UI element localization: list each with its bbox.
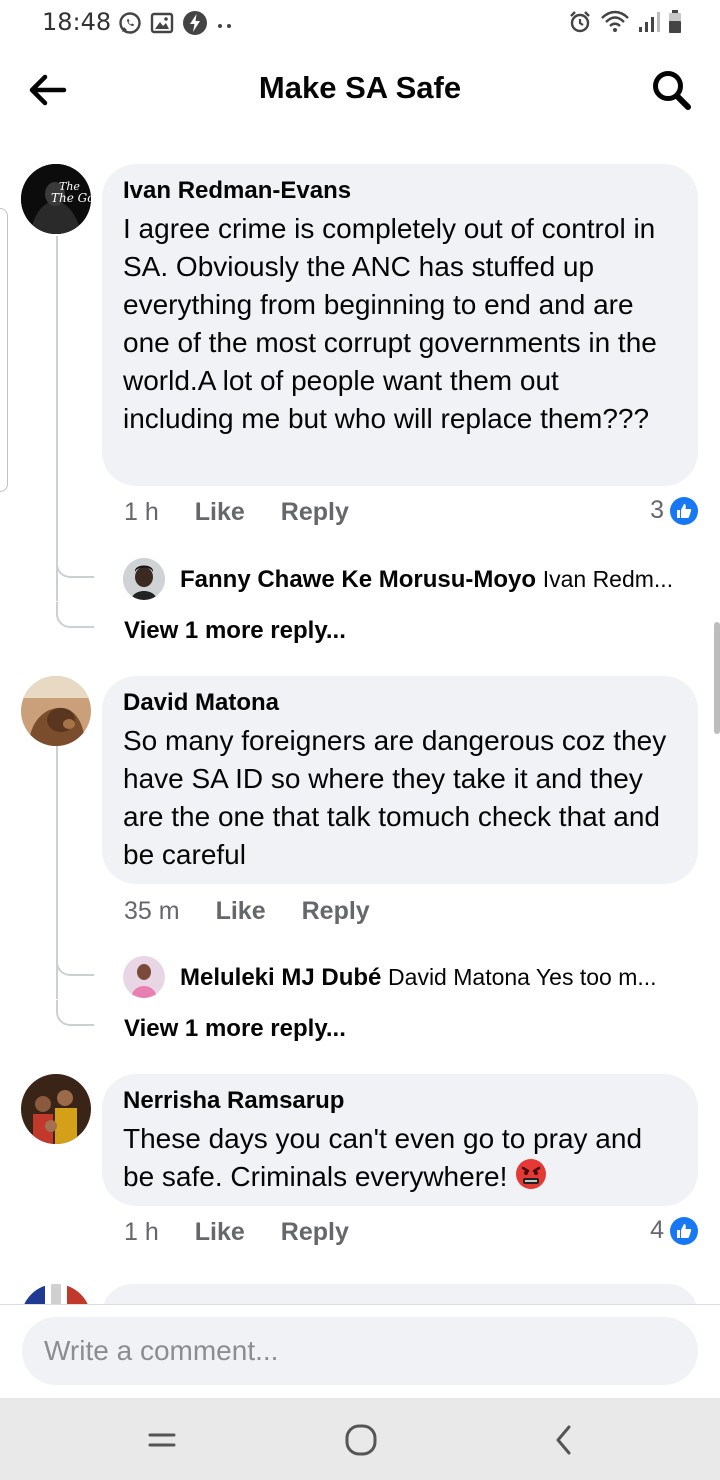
reaction-count: 3 bbox=[650, 496, 664, 524]
like-reaction-icon bbox=[670, 1216, 698, 1245]
godfather-avatar-image: The The Godfather bbox=[21, 164, 91, 234]
back-icon bbox=[556, 1425, 571, 1455]
comment-text: I agree crime is completely out of contr… bbox=[123, 213, 657, 434]
gallery-icon bbox=[150, 12, 174, 34]
comment-bubble[interactable]: Nerrisha Ramsarup These days you can't e… bbox=[102, 1074, 698, 1206]
reply-author[interactable]: Meluleki MJ Dubé bbox=[180, 964, 381, 991]
like-button[interactable]: Like bbox=[216, 897, 266, 926]
left-edge-handle bbox=[0, 208, 8, 492]
comment-composer bbox=[0, 1304, 720, 1398]
thread-hook bbox=[56, 552, 94, 578]
comment-author[interactable]: Nerrisha Ramsarup bbox=[123, 1086, 676, 1116]
reaction-summary[interactable]: 3 bbox=[650, 496, 698, 525]
comment-time[interactable]: 1 h bbox=[124, 1218, 159, 1247]
like-button[interactable]: Like bbox=[195, 1218, 245, 1247]
reaction-summary[interactable]: 4 bbox=[650, 1216, 698, 1245]
status-system-icons bbox=[568, 10, 682, 34]
bolt-icon bbox=[183, 11, 207, 35]
family-avatar-image bbox=[21, 1074, 91, 1144]
home-icon bbox=[345, 1424, 377, 1456]
whatsapp-icon bbox=[119, 12, 141, 34]
comment-actions: 1 h Like Reply bbox=[124, 1218, 385, 1247]
page-title: Make SA Safe bbox=[258, 70, 462, 105]
avatar[interactable] bbox=[21, 676, 91, 746]
search-icon bbox=[653, 71, 691, 110]
comment-actions: 35 m Like Reply bbox=[124, 897, 406, 926]
comment-text: So many foreigners are dangerous coz the… bbox=[123, 725, 667, 870]
reply-preview[interactable]: Meluleki MJ Dubé David Matona Yes too m.… bbox=[180, 964, 694, 992]
like-button[interactable]: Like bbox=[195, 498, 245, 527]
signal-icon bbox=[639, 12, 660, 32]
comment-time[interactable]: 1 h bbox=[124, 498, 159, 527]
svg-text:The Godfather: The Godfather bbox=[51, 191, 91, 205]
like-reaction-icon bbox=[670, 496, 698, 525]
search-button[interactable] bbox=[650, 66, 694, 114]
system-back-button[interactable] bbox=[542, 1418, 586, 1462]
alarm-icon bbox=[570, 11, 590, 33]
view-more-replies-link[interactable]: View 1 more reply... bbox=[124, 1015, 346, 1043]
recent-apps-button[interactable] bbox=[140, 1418, 184, 1462]
angry-face-emoji bbox=[516, 1159, 547, 1189]
reply-avatar[interactable] bbox=[123, 558, 165, 600]
comment-time[interactable]: 35 m bbox=[124, 897, 180, 926]
home-button[interactable] bbox=[339, 1418, 383, 1462]
reply-preview[interactable]: Fanny Chawe Ke Morusu-Moyo Ivan Redm... bbox=[180, 566, 694, 594]
reply-button[interactable]: Reply bbox=[281, 498, 349, 527]
reply-snippet: Ivan Redm... bbox=[542, 566, 674, 592]
status-notification-icons bbox=[118, 10, 234, 36]
wifi-icon bbox=[601, 10, 629, 32]
comment-author[interactable]: Ivan Redman-Evans bbox=[123, 176, 676, 206]
view-more-replies-link[interactable]: View 1 more reply... bbox=[124, 617, 346, 645]
reply-button[interactable]: Reply bbox=[302, 897, 370, 926]
lion-avatar-image bbox=[21, 676, 91, 746]
battery-icon bbox=[669, 10, 681, 33]
more-dots-icon bbox=[218, 24, 231, 28]
reply-author[interactable]: Fanny Chawe Ke Morusu-Moyo bbox=[180, 566, 536, 593]
scrollbar-thumb[interactable] bbox=[714, 622, 720, 734]
comment-bubble[interactable]: Ivan Redman-Evans I agree crime is compl… bbox=[102, 164, 698, 486]
thread-hook bbox=[56, 950, 94, 976]
comment-actions: 1 h Like Reply bbox=[124, 498, 385, 527]
reply-avatar[interactable] bbox=[123, 956, 165, 998]
thread-hook bbox=[56, 1000, 94, 1026]
comment-author[interactable]: David Matona bbox=[123, 688, 676, 718]
status-time: 18:48 bbox=[42, 8, 112, 36]
thread-hook bbox=[56, 602, 94, 628]
comment-bubble[interactable]: David Matona So many foreigners are dang… bbox=[102, 676, 698, 884]
reaction-count: 4 bbox=[650, 1216, 664, 1244]
avatar[interactable]: The The Godfather bbox=[21, 164, 91, 234]
comment-input[interactable] bbox=[22, 1317, 698, 1385]
system-nav-bar bbox=[0, 1398, 720, 1480]
status-bar: 18:48 bbox=[0, 0, 720, 44]
comment-text: These days you can't even go to pray and… bbox=[123, 1120, 676, 1196]
avatar[interactable] bbox=[21, 1074, 91, 1144]
reply-snippet: David Matona Yes too m... bbox=[388, 964, 657, 990]
thread-line bbox=[56, 236, 58, 601]
recent-apps-icon bbox=[148, 1433, 176, 1447]
comment-text-content: These days you can't even go to pray and… bbox=[123, 1123, 643, 1192]
header: Make SA Safe bbox=[0, 44, 720, 134]
reply-button[interactable]: Reply bbox=[281, 1218, 349, 1247]
